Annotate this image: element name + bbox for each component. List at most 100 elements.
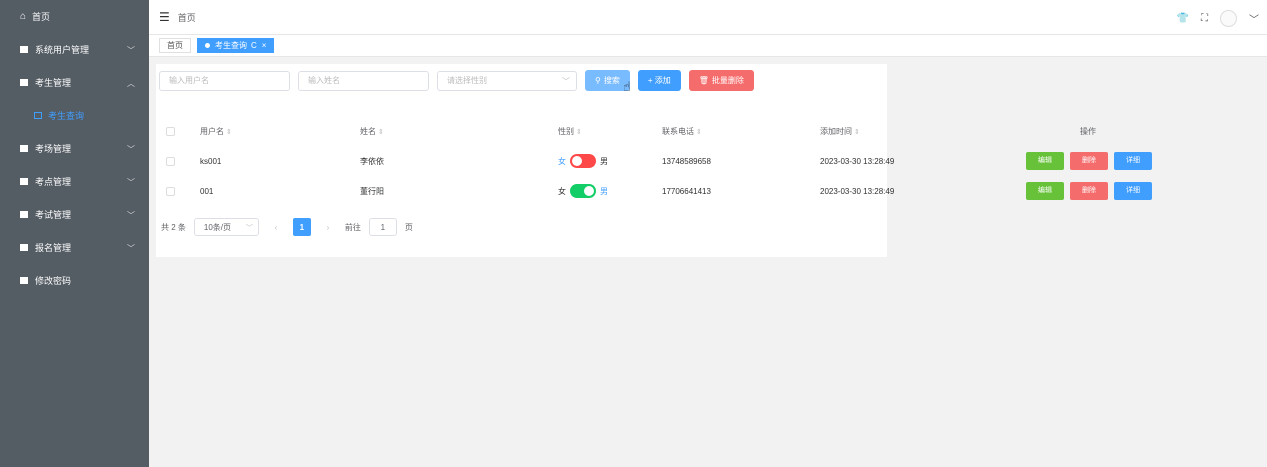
username-input[interactable]: 输入用户名 <box>159 70 290 91</box>
select-all-checkbox[interactable] <box>166 126 175 136</box>
row-select-cell <box>166 146 200 176</box>
edit-button[interactable]: 编辑 <box>1026 182 1064 200</box>
row-select-cell <box>166 176 200 206</box>
current-page[interactable]: 1 <box>292 218 311 236</box>
tab-home[interactable]: 首页 <box>159 38 191 53</box>
avatar[interactable] <box>1220 10 1237 27</box>
page-size-value: 10条/页 <box>203 222 232 232</box>
chevron-down-icon: ﹀ <box>127 178 135 187</box>
gender-switch[interactable] <box>570 154 596 168</box>
gender-left-label: 女 <box>558 186 566 196</box>
sidebar-item-exam-sites[interactable]: 考点管理 ﹀ <box>0 165 149 198</box>
cell-name: 董行阳 <box>360 186 384 196</box>
breadcrumb[interactable]: 首页 <box>178 11 196 24</box>
edit-button[interactable]: 编辑 <box>1026 152 1064 170</box>
chevron-down-icon: ﹀ <box>245 225 253 232</box>
name-input[interactable]: 输入姓名 <box>298 70 429 91</box>
header-label: 姓名 <box>360 126 376 136</box>
cell-actions: 编辑 删除 详细 <box>1016 146 1166 176</box>
col-gender[interactable]: 性别 ⇕ <box>558 116 662 146</box>
placeholder: 请选择性别 <box>447 76 487 85</box>
shirt-icon[interactable]: 👕 <box>1177 13 1189 24</box>
sidebar-item-exam-rooms[interactable]: 考场管理 ﹀ <box>0 132 149 165</box>
menu-toggle-icon[interactable]: ☰ <box>159 10 170 24</box>
table-header-row: 用户名 ⇕ 姓名 ⇕ 性别 ⇕ 联系电话 ⇕ 添加时间 ⇕ 操作 <box>166 116 1166 146</box>
batch-delete-button[interactable]: 🗑 批量删除 <box>688 70 754 91</box>
sidebar-item-students[interactable]: 考生管理 ︿ <box>0 66 149 99</box>
top-header: ☰ 首页 👕 ⛶ ﹀ <box>149 0 1267 35</box>
menu-icon <box>20 178 28 185</box>
gender-switch[interactable] <box>570 184 596 198</box>
goto-label: 前往 <box>344 222 361 232</box>
sort-icon[interactable]: ⇕ <box>696 129 702 136</box>
table-row: 001 董行阳 女 男 17706641413 2023-03-30 13:28… <box>166 176 1166 206</box>
sort-icon[interactable]: ⇕ <box>226 129 232 136</box>
col-phone[interactable]: 联系电话 ⇕ <box>662 116 820 146</box>
pointer-cursor-icon: ☝ <box>623 79 631 94</box>
cell-actions: 编辑 删除 详细 <box>1016 176 1166 206</box>
sidebar-item-change-password[interactable]: 修改密码 <box>0 264 149 297</box>
switch-knob <box>584 186 594 196</box>
tab-student-query[interactable]: 考生查询 C × <box>197 38 275 53</box>
cell-username: ks001 <box>200 156 222 166</box>
prev-page-button[interactable]: ‹ <box>267 218 285 236</box>
gender-right-label: 男 <box>600 186 608 196</box>
total-count: 共 2 条 <box>161 222 186 232</box>
col-username[interactable]: 用户名 ⇕ <box>200 116 360 146</box>
sidebar-item-label: 报名管理 <box>35 243 72 253</box>
sort-icon[interactable]: ⇕ <box>854 129 860 136</box>
row-checkbox[interactable] <box>166 186 175 196</box>
delete-button[interactable]: 删除 <box>1070 182 1108 200</box>
gender-select[interactable]: 请选择性别 ﹀ <box>437 70 577 91</box>
add-button[interactable]: + 添加 <box>637 70 681 91</box>
chevron-up-icon: ︿ <box>127 79 135 88</box>
menu-icon <box>20 145 28 152</box>
home-icon: ⌂ <box>20 11 27 22</box>
button-label: + 添加 <box>647 76 671 85</box>
chevron-down-icon: ﹀ <box>127 211 135 220</box>
cell-added: 2023-03-30 13:28:49 <box>820 186 895 196</box>
tags-bar: 首页 考生查询 C × <box>149 35 1267 57</box>
delete-button[interactable]: 删除 <box>1070 152 1108 170</box>
cell-gender: 女 男 <box>558 176 662 206</box>
chevron-down-icon: ﹀ <box>127 244 135 253</box>
sidebar-item-label: 考点管理 <box>35 177 72 187</box>
fullscreen-icon[interactable]: ⛶ <box>1201 13 1208 24</box>
row-checkbox[interactable] <box>166 156 175 166</box>
detail-button[interactable]: 详细 <box>1114 152 1152 170</box>
close-icon[interactable]: × <box>262 41 267 50</box>
sort-icon[interactable]: ⇕ <box>378 129 384 136</box>
gender-switch-group: 女 男 <box>558 184 662 198</box>
header-label: 联系电话 <box>662 126 694 136</box>
sidebar-item-label: 首页 <box>32 12 51 22</box>
refresh-icon[interactable]: C <box>251 41 257 50</box>
sidebar-item-home[interactable]: ⌂ 首页 <box>0 0 149 33</box>
sidebar-subitem-student-query[interactable]: 考生查询 <box>0 99 149 132</box>
page-size-select[interactable]: 10条/页 ﹀ <box>193 218 259 236</box>
cell-phone: 17706641413 <box>662 186 711 196</box>
select-all-cell <box>166 116 200 146</box>
sort-icon[interactable]: ⇕ <box>576 129 582 136</box>
header-label: 添加时间 <box>820 126 852 136</box>
col-added[interactable]: 添加时间 ⇕ <box>820 116 1016 146</box>
menu-icon <box>20 79 28 86</box>
gender-switch-group: 女 男 <box>558 154 662 168</box>
header-actions: 👕 ⛶ ﹀ <box>1177 10 1259 27</box>
goto-page-input[interactable]: 1 <box>368 218 397 236</box>
next-page-button[interactable]: › <box>319 218 337 236</box>
sidebar-item-system-users[interactable]: 系统用户管理 ﹀ <box>0 33 149 66</box>
detail-button[interactable]: 详细 <box>1114 182 1152 200</box>
chevron-down-icon[interactable]: ﹀ <box>1249 11 1259 26</box>
col-name[interactable]: 姓名 ⇕ <box>360 116 558 146</box>
sidebar-item-registration[interactable]: 报名管理 ﹀ <box>0 231 149 264</box>
student-panel: 输入用户名 输入姓名 请选择性别 ﹀ ⚲ 搜索 + 添加 🗑 批量删除 ☝ 用户… <box>156 64 1152 257</box>
cell-name: 李依依 <box>360 156 384 166</box>
sidebar-item-label: 考场管理 <box>35 144 72 154</box>
sidebar-item-exams[interactable]: 考试管理 ﹀ <box>0 198 149 231</box>
cell-username: 001 <box>200 186 214 196</box>
placeholder: 输入姓名 <box>308 76 340 85</box>
col-actions: 操作 <box>1016 116 1166 146</box>
chevron-down-icon: ﹀ <box>127 46 135 55</box>
main-content: 输入用户名 输入姓名 请选择性别 ﹀ ⚲ 搜索 + 添加 🗑 批量删除 ☝ 用户… <box>149 57 1267 467</box>
filter-bar: 输入用户名 输入姓名 请选择性别 ﹀ ⚲ 搜索 + 添加 🗑 批量删除 <box>159 70 754 91</box>
